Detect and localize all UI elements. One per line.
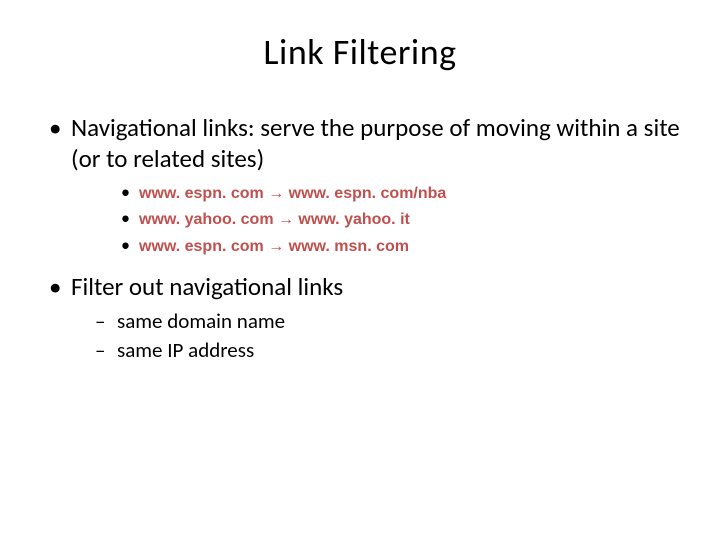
bullet-navigational-links: Navigational links: serve the purpose of… [49, 112, 695, 175]
example-text: www. espn. com → www. espn. com/nba [139, 185, 446, 202]
slide-title: Link Filtering [25, 30, 695, 74]
example-text: www. espn. com → www. msn. com [139, 238, 409, 255]
example-item: www. yahoo. com → www. yahoo. it [121, 207, 695, 231]
example-item: www. espn. com → www. espn. com/nba [121, 181, 695, 205]
example-text: www. yahoo. com → www. yahoo. it [139, 211, 410, 228]
sub-bullet-ip: same IP address [95, 337, 695, 364]
bullet-filter-out: Filter out navigational links [49, 271, 695, 302]
sub-bullet-domain: same domain name [95, 308, 695, 335]
example-item: www. espn. com → www. msn. com [121, 234, 695, 258]
